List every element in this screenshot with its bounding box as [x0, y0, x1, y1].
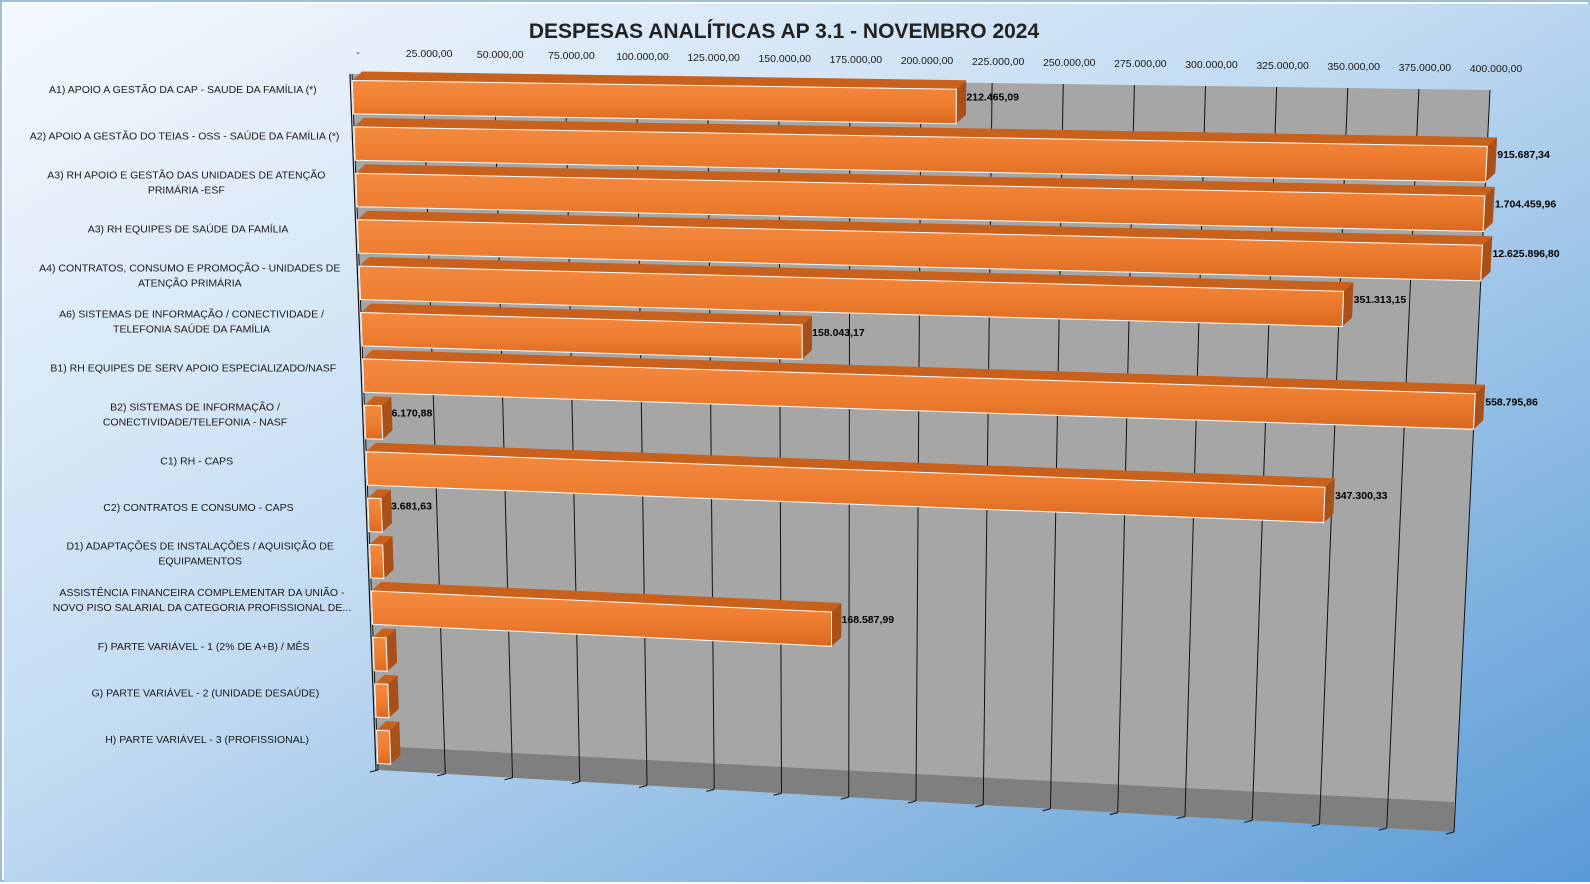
x-tick-label: 375.000,00: [1399, 62, 1452, 74]
x-tick-label: 100.000,00: [616, 51, 669, 63]
bar-front: [374, 683, 390, 719]
category-label: F) PARTE VARIÁVEL - 1 (2% DE A+B) / MÊS: [98, 640, 310, 653]
category-label: A3) RH EQUIPES DE SAÚDE DA FAMÍLIA: [88, 222, 289, 235]
data-label: 168.587,99: [842, 614, 895, 626]
bar-13: [372, 628, 398, 672]
bar-11: [369, 535, 394, 580]
chart-title: DESPESAS ANALÍTICAS AP 3.1 - NOVEMBRO 20…: [529, 20, 1040, 43]
bar-front: [367, 497, 383, 533]
data-label: 915.687,34: [1497, 149, 1550, 161]
x-tick-label: 350.000,00: [1327, 61, 1380, 73]
bar-front: [363, 404, 384, 440]
bar-chart: DESPESAS ANALÍTICAS AP 3.1 - NOVEMBRO 20…: [4, 4, 1590, 882]
bar-front: [369, 543, 385, 580]
category-label: H) PARTE VARIÁVEL - 3 (PROFISSIONAL): [105, 733, 309, 746]
data-label: 6.170,88: [391, 408, 432, 420]
bar-front: [375, 729, 392, 765]
x-tick-label: 25.000,00: [406, 48, 453, 60]
x-tick-label: 275.000,00: [1114, 58, 1167, 70]
category-label: A1) APOIO A GESTÃO DA CAP - SAUDE DA FAM…: [49, 83, 317, 96]
x-tick-label: 300.000,00: [1185, 59, 1238, 71]
x-tick-label: 75.000,00: [548, 50, 595, 62]
x-tick-label: 150.000,00: [758, 53, 811, 65]
data-label: 347.300,33: [1335, 490, 1388, 502]
category-label: B1) RH EQUIPES DE SERV APOIO ESPECIALIZA…: [50, 363, 336, 375]
x-tick-label: 225.000,00: [972, 56, 1025, 68]
x-tick-label: 50.000,00: [477, 49, 524, 61]
category-label: C1) RH - CAPS: [160, 455, 233, 467]
category-label: G) PARTE VARIÁVEL - 2 (UNIDADE DESAÚDE): [92, 686, 320, 699]
data-label: 3.681,63: [391, 500, 432, 512]
bar-14: [374, 674, 399, 719]
data-label: 12.625.896,80: [1492, 248, 1559, 260]
chart-frame: DESPESAS ANALÍTICAS AP 3.1 - NOVEMBRO 20…: [0, 0, 1590, 882]
x-tick-label: 175.000,00: [830, 54, 883, 66]
x-tick-label: -: [356, 47, 360, 59]
data-label: 212.465,09: [966, 92, 1019, 104]
x-tick-label: 250.000,00: [1043, 57, 1096, 69]
x-tick-label: 125.000,00: [687, 52, 740, 64]
x-tick-label: 200.000,00: [901, 55, 954, 67]
category-label: C2) CONTRATOS E CONSUMO - CAPS: [103, 502, 293, 514]
data-label: 558.795,86: [1485, 397, 1538, 409]
data-label: 1.704.459,96: [1495, 199, 1556, 211]
data-label: 351.313,15: [1354, 294, 1407, 306]
bar-front: [372, 636, 388, 672]
x-tick-label: 400.000,00: [1470, 63, 1523, 75]
data-label: 158.043,17: [812, 327, 865, 339]
bar-15: [375, 721, 401, 765]
category-label: A2) APOIO A GESTÃO DO TEIAS - OSS - SAÚD…: [30, 130, 340, 143]
x-tick-label: 325.000,00: [1256, 60, 1309, 72]
